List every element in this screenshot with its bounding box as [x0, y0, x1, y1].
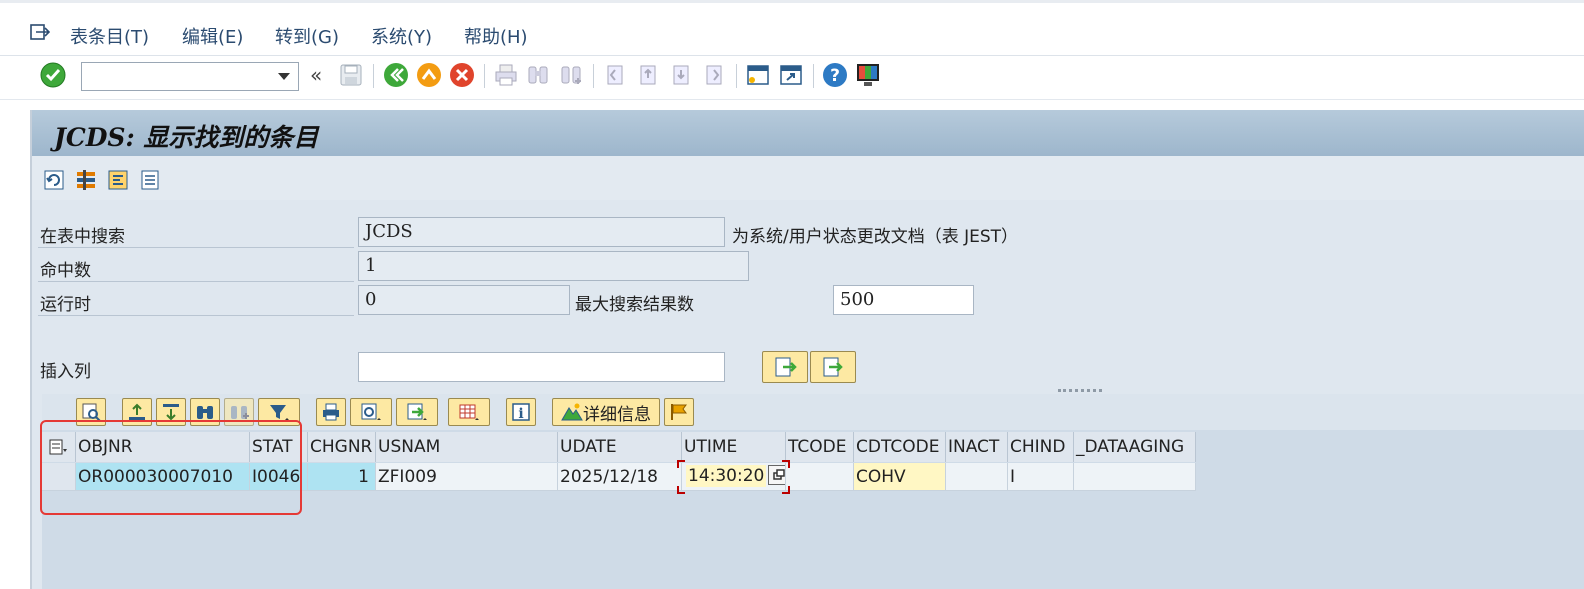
col-header-tcode[interactable]: TCODE: [786, 432, 854, 462]
menu-edit[interactable]: 编辑(E): [182, 23, 243, 49]
graphic-button[interactable]: [664, 398, 694, 426]
find-icon: [525, 62, 551, 88]
col-header-chind[interactable]: CHIND: [1008, 432, 1074, 462]
insert-column-label: 插入列: [40, 362, 91, 382]
export-icon: [407, 403, 427, 420]
application-toolbar: [32, 156, 1584, 200]
views-button[interactable]: [350, 398, 392, 426]
next-page-icon: [668, 62, 694, 88]
list-document-icon[interactable]: [138, 168, 162, 192]
flag-chart-icon: [671, 404, 687, 420]
print-preview-button[interactable]: [316, 398, 346, 426]
insert-column-icon: [775, 357, 797, 377]
hits-label: 命中数: [40, 261, 91, 281]
sort-ascending-icon: [129, 403, 145, 420]
settings-icon[interactable]: [74, 168, 98, 192]
menu-bar: 表条目(T) 编辑(E) 转到(G) 系统(Y) 帮助(H): [0, 0, 1584, 56]
detail-info-label: 详细信息: [583, 404, 651, 425]
cell-cdtcode[interactable]: COHV: [854, 463, 946, 491]
search-table-field: JCDS: [358, 217, 725, 247]
info-icon: i: [512, 403, 530, 422]
magnifier-icon: [82, 403, 101, 422]
col-header-inact[interactable]: INACT: [946, 432, 1008, 462]
cancel-icon[interactable]: [449, 62, 475, 88]
find-next-icon: [558, 62, 584, 88]
cell-dataaging[interactable]: [1074, 463, 1196, 491]
sort-descending-icon: [163, 404, 179, 421]
mountain-chart-icon: [561, 403, 583, 421]
col-header-utime[interactable]: UTIME: [682, 432, 786, 462]
print-icon: [323, 403, 339, 421]
command-field[interactable]: [81, 62, 299, 91]
col-header-usnam[interactable]: USNAM: [376, 432, 558, 462]
cell-utime[interactable]: 14:30:20: [682, 463, 786, 491]
cell-utime-value: 14:30:20: [686, 465, 767, 487]
hits-field: 1: [358, 251, 749, 281]
search-table-label: 在表中搜索: [40, 227, 125, 247]
cell-udate[interactable]: 2025/12/18: [558, 463, 682, 491]
main-screen: JCDS: 显示找到的条目 在表中搜索 JCDS 为系统/用户状态更改文档（表 …: [30, 110, 1584, 589]
runtime-label: 运行时: [40, 295, 91, 315]
detail-info-button[interactable]: 详细信息: [552, 398, 660, 426]
binoculars-icon: [197, 406, 213, 419]
last-page-icon: [701, 62, 727, 88]
views-icon: [361, 403, 381, 420]
runtime-field: 0: [358, 285, 570, 315]
page-title: JCDS: 显示找到的条目: [54, 123, 319, 152]
insert-column-input[interactable]: [358, 352, 725, 382]
insert-column-end-button[interactable]: [810, 351, 856, 383]
enter-check-icon[interactable]: [40, 62, 66, 88]
menu-goto[interactable]: 转到(G): [275, 23, 339, 49]
menu-help[interactable]: 帮助(H): [464, 23, 528, 49]
export-button[interactable]: [396, 398, 438, 426]
binoculars-plus-icon: [231, 406, 249, 419]
insert-column-end-icon: [823, 357, 843, 377]
cell-inact[interactable]: [946, 463, 1008, 491]
cell-tcode[interactable]: [786, 463, 854, 491]
save-icon[interactable]: [338, 62, 364, 88]
menu-table-entry[interactable]: 表条目(T): [70, 23, 149, 49]
filter-icon: [270, 405, 289, 420]
information-button[interactable]: i: [506, 398, 536, 426]
back-icon[interactable]: [383, 62, 409, 88]
cell-chgnr[interactable]: 1: [308, 463, 376, 491]
table-layout-icon: [459, 404, 479, 420]
previous-page-icon: [635, 62, 661, 88]
customize-layout-icon[interactable]: [855, 62, 881, 88]
col-header-udate[interactable]: UDATE: [558, 432, 682, 462]
shortcut-icon[interactable]: [778, 62, 804, 88]
table-description: 为系统/用户状态更改文档（表 JEST）: [732, 227, 1019, 247]
first-page-icon: [602, 62, 628, 88]
print-icon: [493, 62, 519, 88]
refresh-icon[interactable]: [42, 168, 66, 192]
max-results-input[interactable]: 500: [833, 285, 974, 315]
title-bar: JCDS: 显示找到的条目: [32, 110, 1584, 156]
check-table-icon[interactable]: [106, 168, 130, 192]
col-header-dataaging[interactable]: _DATAAGING: [1074, 432, 1196, 462]
splitter-handle[interactable]: [1058, 389, 1102, 393]
max-results-label: 最大搜索结果数: [575, 295, 694, 315]
help-icon[interactable]: ?: [822, 62, 848, 88]
menu-system[interactable]: 系统(Y): [371, 23, 432, 49]
svg-text:i: i: [518, 406, 523, 422]
menu-exit-icon[interactable]: [30, 23, 50, 41]
highlight-annotation-box: [40, 420, 302, 515]
col-header-chgnr[interactable]: CHGNR: [308, 432, 376, 462]
cell-usnam[interactable]: ZFI009: [376, 463, 558, 491]
col-header-cdtcode[interactable]: CDTCODE: [854, 432, 946, 462]
exit-icon[interactable]: [416, 62, 442, 88]
svg-text:?: ?: [830, 66, 840, 86]
chevron-down-icon[interactable]: [278, 73, 290, 80]
layout-button[interactable]: [448, 398, 490, 426]
insert-column-button[interactable]: [762, 351, 808, 383]
collapse-arrows-icon[interactable]: «: [310, 63, 322, 87]
value-help-icon[interactable]: [768, 465, 785, 485]
cell-chind[interactable]: I: [1008, 463, 1074, 491]
new-session-icon[interactable]: [745, 62, 771, 88]
